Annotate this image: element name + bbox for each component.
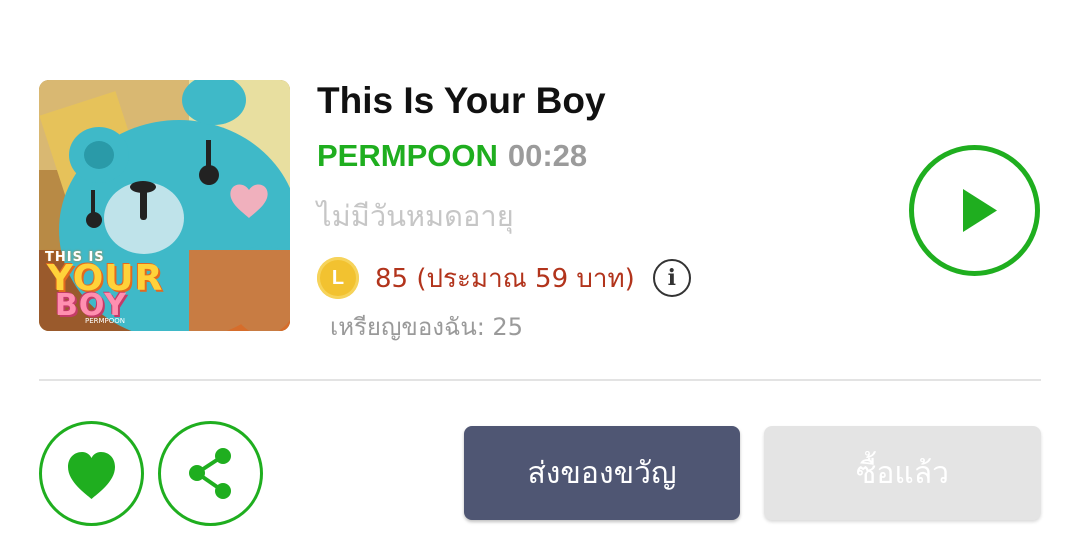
like-button[interactable]	[39, 421, 144, 526]
song-title: This Is Your Boy	[317, 80, 606, 121]
share-button[interactable]	[158, 421, 263, 526]
validity-text: ไม่มีวันหมดอายุ	[317, 199, 514, 233]
purchased-button: ซื้อแล้ว	[764, 426, 1041, 520]
line-coin-icon: L	[317, 257, 359, 299]
section-divider	[39, 379, 1041, 381]
song-meta: PERMPOON 00:28	[317, 138, 587, 174]
album-cover-image: THIS IS YOUR BOY PERMPOON	[39, 80, 290, 331]
info-icon: i	[667, 265, 676, 291]
product-detail-panel: THIS IS YOUR BOY PERMPOON This Is Your B…	[0, 0, 1080, 557]
heart-icon	[68, 452, 115, 499]
price-row: L 85 (ประมาณ 59 บาท) i	[317, 256, 691, 300]
cover-signature: PERMPOON	[85, 317, 126, 325]
info-button[interactable]: i	[652, 259, 691, 297]
share-icon	[189, 448, 231, 499]
send-gift-button[interactable]: ส่งของขวัญ	[464, 426, 740, 520]
play-preview-button[interactable]	[909, 145, 1040, 276]
song-duration: 00:28	[507, 138, 588, 173]
artist-name[interactable]: PERMPOON	[317, 138, 498, 173]
play-icon	[963, 189, 997, 232]
price-text: 85 (ประมาณ 59 บาท)	[375, 263, 635, 294]
coin-symbol: L	[331, 266, 345, 289]
coin-balance: เหรียญของฉัน: 25	[330, 313, 523, 341]
